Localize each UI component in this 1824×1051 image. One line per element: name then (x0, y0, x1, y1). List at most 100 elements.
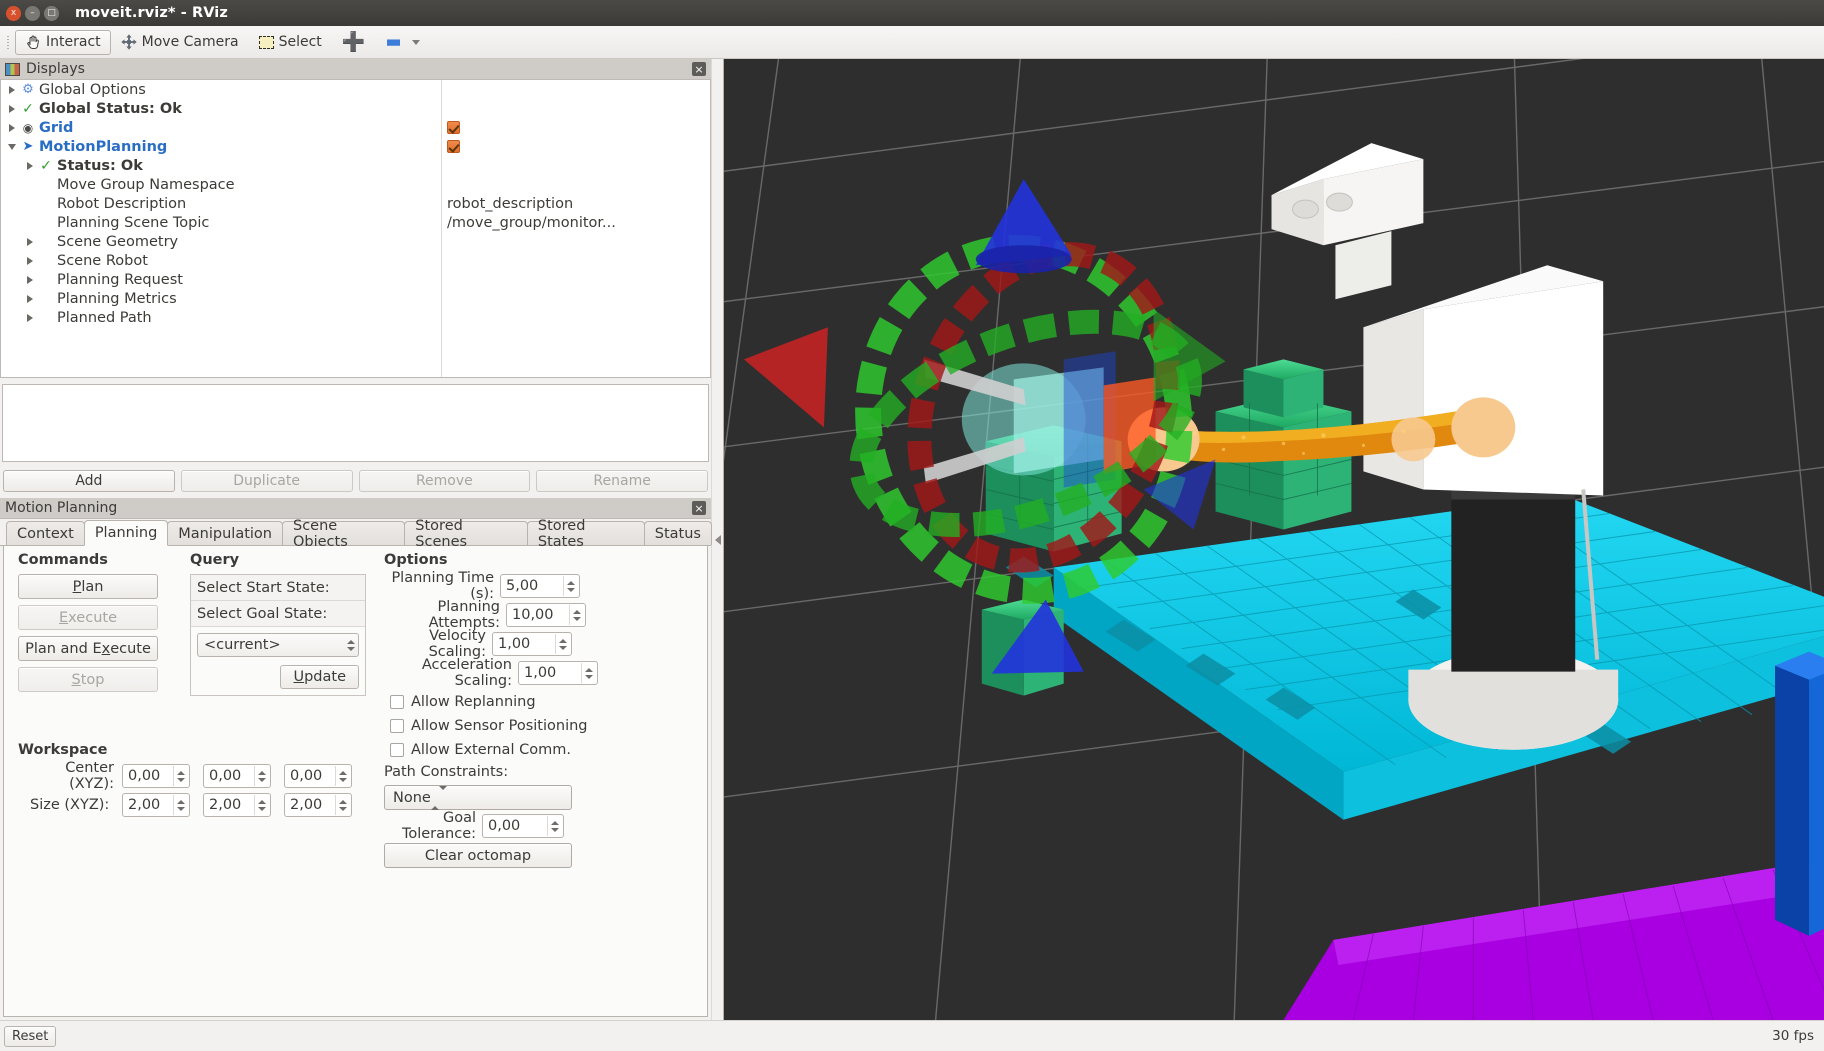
planning-attempts-stepper[interactable] (569, 605, 583, 625)
planning-attempts-input[interactable]: 10,00 (506, 603, 586, 627)
chevron-right-icon[interactable] (23, 275, 37, 284)
allow-external-comm-checkbox[interactable] (390, 743, 404, 757)
tree-row[interactable]: Planning Scene Topic (1, 213, 441, 232)
toolbar-select-button[interactable]: Select (249, 30, 332, 55)
chevron-right-icon[interactable] (23, 161, 37, 170)
workspace-center-z-stepper[interactable] (335, 766, 349, 786)
plan-button[interactable]: Plan (18, 574, 158, 599)
state-select-dropdown[interactable]: <current> (197, 633, 359, 657)
tab-scene-objects[interactable]: Scene Objects (281, 518, 406, 550)
path-constraints-spin-arrows[interactable] (430, 785, 447, 810)
tree-value-cell[interactable]: robot_description (442, 194, 710, 213)
chevron-up-icon (558, 638, 567, 643)
workspace-center-y-input[interactable]: 0,00 (203, 764, 271, 788)
velocity-scaling-stepper[interactable] (555, 634, 569, 654)
tree-row[interactable]: Scene Robot (1, 251, 441, 270)
chevron-right-icon[interactable] (23, 313, 37, 322)
tree-row[interactable]: ➤ MotionPlanning (1, 137, 441, 156)
clear-octomap-button[interactable]: Clear octomap (384, 843, 572, 868)
goal-tolerance-stepper[interactable] (547, 816, 561, 836)
workspace-size-x-input[interactable]: 2,00 (122, 793, 190, 817)
workspace-size-y-stepper[interactable] (254, 795, 268, 815)
workspace-center-x-input[interactable]: 0,00 (122, 764, 190, 788)
plan-and-execute-button[interactable]: Plan and Ex ecute (18, 636, 158, 661)
allow-external-comm-row[interactable]: Allow External Comm. (384, 738, 599, 762)
toolbar-remove-tool-button[interactable]: ▬ (375, 30, 429, 55)
chevron-right-icon[interactable] (5, 85, 19, 94)
window-minimize-button[interactable]: – (25, 5, 40, 21)
add-display-button[interactable]: Add (3, 470, 175, 492)
chevron-right-icon[interactable] (5, 123, 19, 132)
chevron-right-icon[interactable] (23, 294, 37, 303)
workspace-size-z-stepper[interactable] (335, 795, 349, 815)
tree-row[interactable]: ◉ Grid (1, 118, 441, 137)
tree-row[interactable]: ⚙ Global Options (1, 80, 441, 99)
chevron-right-icon[interactable] (23, 237, 37, 246)
tree-row[interactable]: Move Group Namespace (1, 175, 441, 194)
toolbar-move-camera-button[interactable]: Move Camera (111, 30, 249, 55)
enabled-checkbox[interactable] (447, 121, 460, 134)
workspace-center-y-stepper[interactable] (254, 766, 268, 786)
execute-button[interactable]: Execute (18, 605, 158, 630)
panel-splitter[interactable] (711, 59, 723, 1020)
update-button[interactable]: Update (280, 665, 359, 689)
toolbar-grip[interactable] (4, 32, 12, 52)
workspace-center-z-input[interactable]: 0,00 (284, 764, 352, 788)
tab-stored-states[interactable]: Stored States (526, 518, 645, 550)
window-maximize-button[interactable]: □ (44, 5, 59, 21)
tab-planning[interactable]: Planning (83, 520, 169, 546)
displays-property-tree[interactable]: ⚙ Global Options ✓ Global Status: Ok ◉ Grid ➤ M… (0, 80, 711, 378)
toolbar-add-tool-button[interactable]: ➕ (332, 30, 376, 55)
reset-button[interactable]: Reset (4, 1025, 57, 1047)
select-goal-state-label[interactable]: Select Goal State: (191, 601, 365, 627)
tab-status[interactable]: Status (643, 521, 712, 545)
chevron-up-icon (338, 770, 347, 775)
tree-row[interactable]: Scene Geometry (1, 232, 441, 251)
state-select-spin-arrows[interactable] (347, 634, 355, 656)
workspace-center-x-stepper[interactable] (173, 766, 187, 786)
toolbar-interact-button[interactable]: Interact (15, 29, 111, 55)
allow-replanning-checkbox[interactable] (390, 695, 404, 709)
displays-close-button[interactable]: × (692, 62, 706, 76)
toolbar-item-label: Move Camera (141, 34, 239, 50)
acceleration-scaling-stepper[interactable] (581, 663, 595, 683)
select-start-state-label[interactable]: Select Start State: (191, 575, 365, 601)
chevron-down-icon (338, 777, 347, 782)
tree-value-cell[interactable]: /move_group/monitor... (442, 213, 710, 232)
tree-row[interactable]: ✓ Status: Ok (1, 156, 441, 175)
3d-viewport[interactable] (723, 59, 1824, 1020)
allow-sensor-positioning-row[interactable]: Allow Sensor Positioning (384, 714, 599, 738)
stop-button[interactable]: Stop (18, 667, 158, 692)
goal-tolerance-input[interactable]: 0,00 (482, 814, 564, 838)
window-close-button[interactable]: x (6, 5, 21, 21)
workspace-size-z-input[interactable]: 2,00 (284, 793, 352, 817)
remove-display-button[interactable]: Remove (358, 470, 531, 492)
enabled-checkbox[interactable] (447, 140, 460, 153)
chevron-right-icon[interactable] (23, 256, 37, 265)
chevron-down-icon[interactable] (5, 143, 19, 150)
tab-stored-scenes[interactable]: Stored Scenes (404, 518, 528, 550)
allow-sensor-positioning-checkbox[interactable] (390, 719, 404, 733)
tab-context[interactable]: Context (6, 521, 85, 545)
tree-row[interactable]: ✓ Global Status: Ok (1, 99, 441, 118)
tree-row[interactable]: Planning Metrics (1, 289, 441, 308)
velocity-scaling-input[interactable]: 1,00 (492, 632, 572, 656)
rename-display-button[interactable]: Rename (536, 470, 708, 492)
allow-replanning-row[interactable]: Allow Replanning (384, 690, 599, 714)
duplicate-display-button[interactable]: Duplicate (180, 470, 353, 492)
workspace-size-x-stepper[interactable] (173, 795, 187, 815)
chevron-right-icon[interactable] (5, 104, 19, 113)
tree-row[interactable]: Planning Request (1, 270, 441, 289)
planning-time-input[interactable]: 5,00 (500, 574, 580, 598)
path-constraints-dropdown[interactable]: None (384, 785, 572, 810)
tree-value-cell[interactable] (442, 118, 710, 137)
tree-row[interactable]: Planned Path (1, 308, 441, 327)
workspace-size-y-input[interactable]: 2,00 (203, 793, 271, 817)
motion-planning-close-button[interactable]: × (692, 501, 706, 515)
tab-manipulation[interactable]: Manipulation (167, 521, 283, 545)
acceleration-scaling-input[interactable]: 1,00 (518, 661, 598, 685)
planning-time-stepper[interactable] (563, 576, 577, 596)
chevron-down-icon[interactable] (411, 39, 420, 45)
tree-row[interactable]: Robot Description (1, 194, 441, 213)
tree-value-cell[interactable] (442, 137, 710, 156)
